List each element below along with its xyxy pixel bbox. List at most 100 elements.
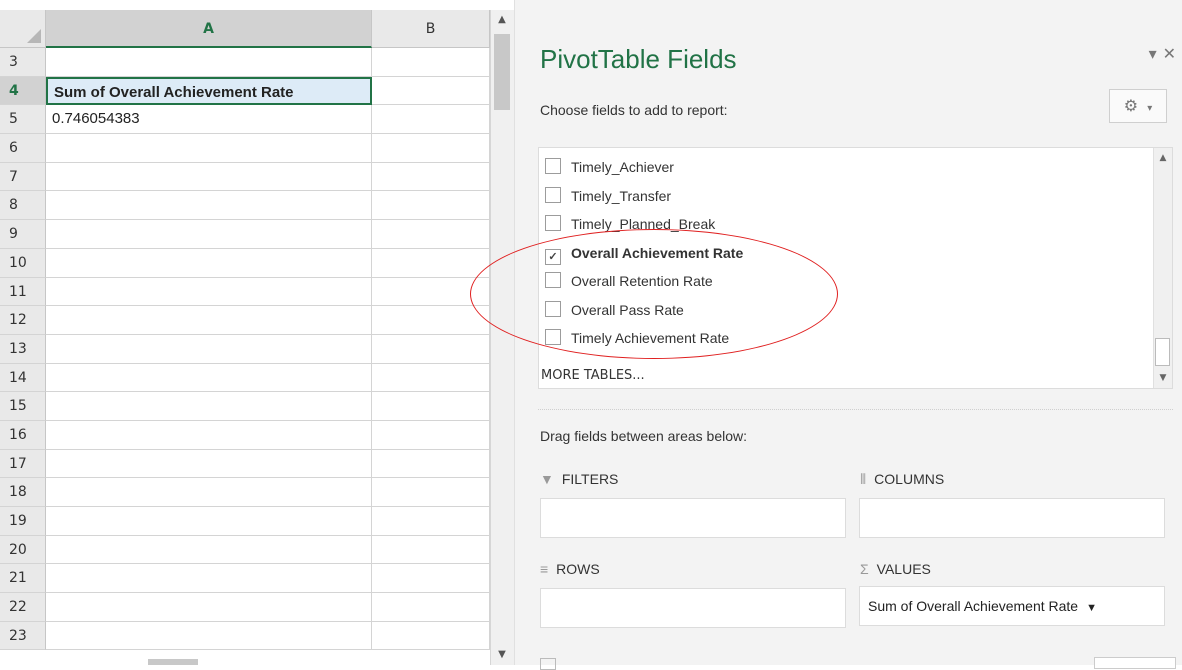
row-header[interactable]: 8 [0,191,46,221]
checkbox[interactable] [545,158,561,174]
values-field-item[interactable]: Sum of Overall Achievement Rate ▼ [868,587,1097,627]
cell-b[interactable] [372,507,490,536]
scroll-up-arrow-icon[interactable]: ▲ [491,10,513,30]
rows-drop-area[interactable] [540,588,846,628]
row-header[interactable]: 9 [0,220,46,249]
horizontal-scroll-thumb[interactable] [148,659,198,665]
cell-b[interactable] [372,449,490,479]
cell-a[interactable] [46,277,372,307]
defer-update-checkbox[interactable] [540,658,556,670]
row-header[interactable]: 7 [0,162,46,192]
cell-a[interactable] [46,134,372,163]
row-header[interactable]: 21 [0,564,46,594]
pane-menu-icon[interactable]: ▾ [1149,44,1157,63]
checkbox[interactable] [545,186,561,203]
scroll-down-arrow-icon[interactable]: ▼ [1154,370,1172,386]
row-header[interactable]: 20 [0,535,46,565]
cell-b[interactable] [372,76,490,106]
tools-button[interactable]: ⚙ ▾ [1109,89,1167,123]
cell-b[interactable] [372,535,490,565]
row-header[interactable]: 3 [0,48,46,77]
row-header[interactable]: 19 [0,507,46,536]
cell-a[interactable] [46,564,372,594]
cell-a[interactable]: Sum of Overall Achievement Rate [46,76,372,106]
cell-b[interactable] [372,621,490,651]
checkbox[interactable] [545,329,561,345]
cell-b[interactable] [372,478,490,507]
cell-b[interactable] [372,162,490,192]
filters-drop-area[interactable] [540,498,846,538]
cell-a[interactable] [46,507,372,536]
field-list-scrollbar[interactable]: ▲ ▼ [1153,148,1172,388]
cell-b[interactable] [372,191,490,221]
dropdown-arrow-icon[interactable]: ▼ [1086,602,1097,614]
cell-a[interactable] [46,392,372,421]
row-header[interactable]: 6 [0,134,46,163]
cell-b[interactable] [372,306,490,335]
row-header[interactable]: 22 [0,593,46,622]
column-header-a[interactable]: A [46,10,372,48]
sheet-vertical-scrollbar[interactable]: ▲ ▼ [490,10,514,665]
row-header[interactable]: 23 [0,621,46,651]
cell-a[interactable] [46,48,372,77]
cell-b[interactable] [372,392,490,421]
cell-b[interactable] [372,220,490,249]
row-header[interactable]: 15 [0,392,46,421]
row-header[interactable]: 5 [0,105,46,135]
row-header[interactable]: 14 [0,363,46,393]
cell-b[interactable] [372,564,490,594]
checkbox[interactable] [545,300,561,317]
cell-a[interactable] [46,449,372,479]
cell-a[interactable] [46,334,372,364]
scroll-up-arrow-icon[interactable]: ▲ [1154,150,1172,166]
scroll-thumb[interactable] [494,34,510,110]
cell-b[interactable] [372,363,490,393]
cell-b[interactable] [372,105,490,135]
row-header[interactable]: 4 [0,76,46,106]
checkbox[interactable] [545,272,561,288]
cell-b[interactable] [372,248,490,278]
cell-a[interactable]: 0.746054383 [46,105,372,135]
column-header-b[interactable]: B [372,10,490,48]
cell-a[interactable] [46,248,372,278]
checkbox[interactable] [545,215,561,231]
row-header[interactable]: 13 [0,334,46,364]
columns-drop-area[interactable] [859,498,1165,538]
cell-a[interactable] [46,420,372,450]
field-item[interactable]: Overall Pass Rate [545,297,684,323]
values-drop-area[interactable]: Sum of Overall Achievement Rate ▼ [859,586,1165,626]
field-item[interactable]: Overall Retention Rate [545,268,713,294]
update-button[interactable] [1094,657,1176,669]
cell-b[interactable] [372,334,490,364]
field-item[interactable]: ✓ Overall Achievement Rate [545,240,743,266]
cell-b[interactable] [372,420,490,450]
select-all-corner[interactable] [0,10,46,48]
cell-b[interactable] [372,593,490,622]
row-header[interactable]: 17 [0,449,46,479]
cell-a[interactable] [46,162,372,192]
cell-a[interactable] [46,191,372,221]
scroll-down-arrow-icon[interactable]: ▼ [491,645,513,665]
close-icon[interactable]: ✕ [1163,44,1176,63]
cell-a[interactable] [46,306,372,335]
field-item[interactable]: Timely_Achiever [545,154,674,180]
cell-a[interactable] [46,535,372,565]
row-header[interactable]: 16 [0,420,46,450]
checked-checkbox[interactable]: ✓ [545,248,561,265]
cell-a[interactable] [46,478,372,507]
field-item[interactable]: Timely_Transfer [545,183,671,209]
cell-a[interactable] [46,621,372,651]
cell-b[interactable] [372,134,490,163]
cell-a[interactable] [46,593,372,622]
row-header[interactable]: 12 [0,306,46,335]
row-header[interactable]: 10 [0,248,46,278]
cell-a[interactable] [46,220,372,249]
cell-b[interactable] [372,48,490,77]
row-header[interactable]: 11 [0,277,46,307]
field-item[interactable]: Timely_Planned_Break [545,211,715,237]
scroll-thumb[interactable] [1155,338,1170,366]
row-header[interactable]: 18 [0,478,46,507]
more-tables-link[interactable]: MORE TABLES... [541,368,645,383]
field-item[interactable]: Timely Achievement Rate [545,325,729,351]
cell-b[interactable] [372,277,490,307]
